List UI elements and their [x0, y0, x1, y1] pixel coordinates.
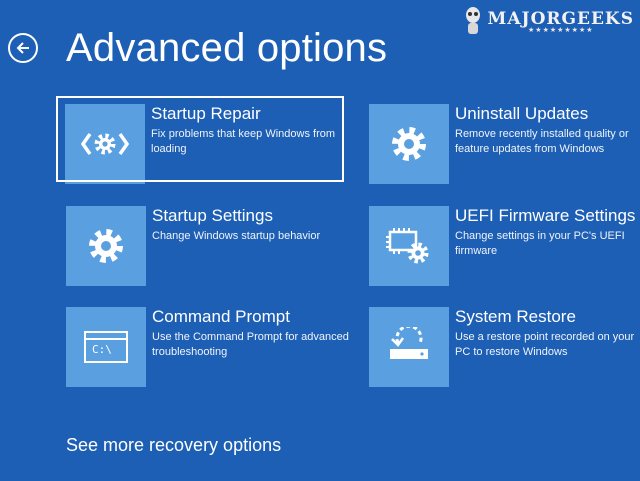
startup-repair-tile[interactable]: Startup Repair Fix problems that keep Wi…: [56, 96, 344, 184]
tile-desc: Change Windows startup behavior: [152, 230, 321, 242]
code-gear-icon: [81, 132, 129, 156]
tile-icon-box: [65, 104, 145, 184]
tile-icon-box: [66, 206, 146, 286]
tile-desc: Use the Command Prompt for advanced trou…: [152, 331, 349, 358]
restore-icon: [390, 327, 428, 359]
command-prompt-icon: C:\: [84, 331, 128, 363]
tile-title: UEFI Firmware Settings: [455, 206, 636, 225]
tile-icon-box: [369, 307, 449, 387]
tile-desc: Fix problems that keep Windows from load…: [151, 128, 336, 155]
page-title: Advanced options: [66, 26, 388, 70]
tile-title: Startup Settings: [152, 206, 273, 225]
tile-desc: Change settings in your PC's UEFI firmwa…: [455, 230, 625, 257]
tile-title: System Restore: [455, 307, 576, 326]
tile-desc: Use a restore point recorded on your PC …: [455, 331, 635, 358]
system-restore-tile[interactable]: System Restore Use a restore point recor…: [368, 306, 640, 388]
tile-icon-box: [369, 206, 449, 286]
command-prompt-tile[interactable]: C:\ Command Prompt Use the Command Promp…: [65, 306, 349, 388]
back-arrow-icon: [16, 42, 29, 54]
see-more-recovery-options-link[interactable]: See more recovery options: [66, 435, 281, 456]
back-button[interactable]: [8, 33, 38, 63]
gear-icon: [392, 127, 426, 161]
tile-icon-box: C:\: [66, 307, 146, 387]
tile-title: Uninstall Updates: [455, 104, 589, 123]
uefi-firmware-settings-tile[interactable]: UEFI Firmware Settings Change settings i…: [368, 205, 640, 287]
command-prompt-icon-text: C:\: [92, 343, 112, 356]
startup-settings-tile[interactable]: Startup Settings Change Windows startup …: [65, 205, 349, 287]
gear-icon: [89, 229, 123, 263]
tile-title: Command Prompt: [152, 307, 290, 326]
mascot-logo-icon: [465, 7, 480, 34]
watermark: MAJORGEEKS ★★★★★★★★★: [462, 6, 634, 36]
tile-title: Startup Repair: [151, 104, 261, 123]
tile-icon-box: [369, 104, 449, 184]
tile-desc: Remove recently installed quality or fea…: [455, 128, 629, 155]
uninstall-updates-tile[interactable]: Uninstall Updates Remove recently instal…: [368, 103, 640, 185]
chip-gear-icon: [386, 228, 429, 264]
